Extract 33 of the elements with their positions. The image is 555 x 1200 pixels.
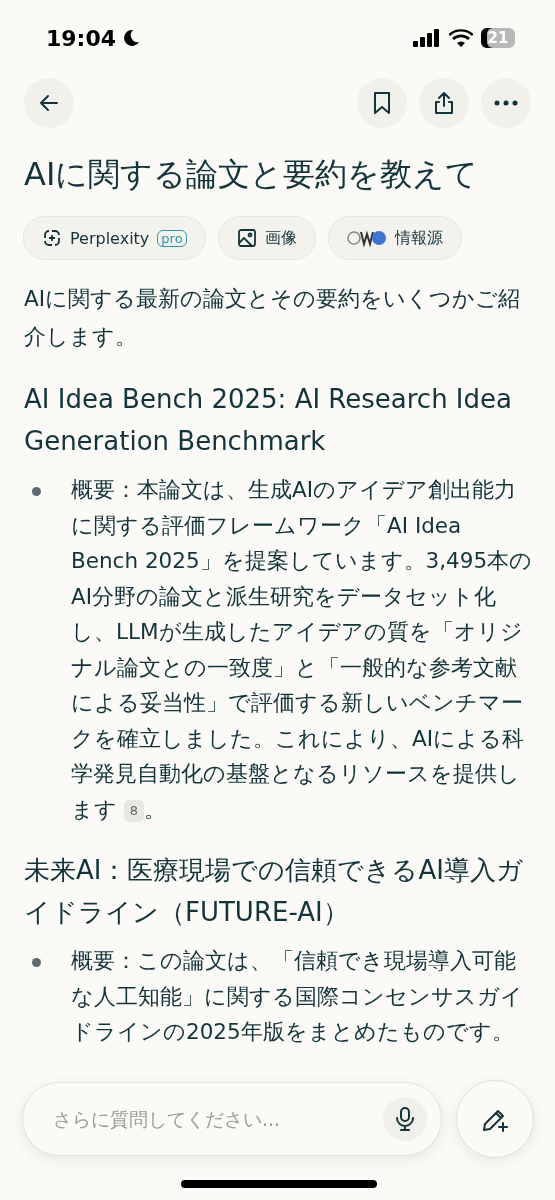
- bookmark-icon: [372, 91, 392, 115]
- back-arrow-icon: [38, 92, 60, 114]
- follow-up-field[interactable]: さらに質問してください...: [22, 1082, 442, 1156]
- more-button[interactable]: [481, 78, 531, 128]
- section-heading: AI Idea Bench 2025: AI Research Idea Generation Benchmark: [24, 383, 513, 458]
- more-icon: [494, 100, 518, 106]
- follow-up-input[interactable]: さらに質問してください...: [51, 1107, 383, 1131]
- microphone-icon: [396, 1107, 414, 1131]
- status-time: 19:04: [46, 25, 117, 51]
- bullet-icon: [32, 958, 41, 967]
- wifi-icon: [449, 29, 473, 47]
- source-favicons-icon: [346, 228, 387, 248]
- model-tab[interactable]: Perplexity pro: [23, 216, 206, 260]
- back-button[interactable]: [24, 78, 74, 128]
- pro-badge: pro: [157, 229, 187, 247]
- signal-icon: [413, 29, 441, 47]
- sources-tab[interactable]: 情報源: [327, 216, 462, 260]
- battery-level: 21: [481, 28, 515, 48]
- image-icon: [236, 228, 257, 248]
- microphone-button[interactable]: [383, 1097, 427, 1141]
- share-icon: [433, 91, 455, 115]
- bookmark-button[interactable]: [357, 78, 407, 128]
- bullet-icon: [32, 487, 41, 496]
- images-tab[interactable]: 画像: [217, 216, 316, 260]
- summary-paragraph: 概要：この論文は、「信頼でき現場導入可能な人工知能」に関する国際コンセンサスガイドラインの2025年版をまとめたものです。: [71, 947, 524, 1046]
- section-heading: 未来AI：医療現場での信頼できるAI導入ガイドライン（FUTURE-AI）: [24, 854, 524, 929]
- share-button[interactable]: [419, 78, 469, 128]
- citation-link[interactable]: 8: [123, 799, 145, 822]
- perplexity-logo-icon: [42, 228, 62, 248]
- moon-icon: [122, 29, 141, 47]
- summary-paragraph: 概要：本論文は、生成AIのアイデア創出能力に関する評価フレームワーク「AI Idea Bench 2025」を提案しています。3,495本のAI分野の論文と派生研究をデータセット化し、LLMが生成したアイデアの質を「オリジナル論文との一致度」と「一般的な参考文献による妥当性」で評価する新しいベンチマークを確立しました。これにより、AIによる科学発見自動化の基盤となるリソースを提供します 8 。: [71, 476, 534, 824]
- answer-intro: AIに関する最新の論文とその要約をいくつかご紹介します。: [24, 285, 522, 351]
- question-title: AIに関する論文と要約を教えて: [24, 154, 480, 194]
